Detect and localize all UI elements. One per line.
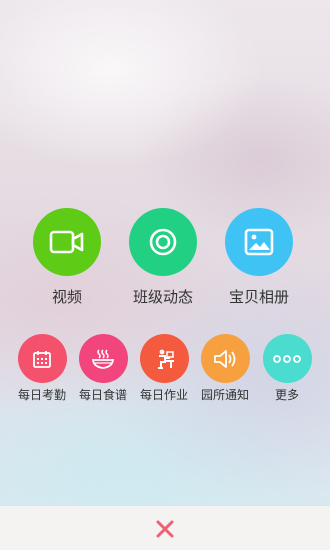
- video-camera-icon: [49, 230, 84, 254]
- class-feed-label: 班级动态: [132, 288, 193, 306]
- daily-attendance-button[interactable]: 每日考勤: [11, 334, 73, 414]
- close-button[interactable]: [150, 514, 180, 544]
- calendar-icon: [33, 350, 51, 368]
- primary-actions: 视频 班级动态 宝贝相册: [0, 208, 330, 308]
- homework-desk-icon: [158, 349, 174, 369]
- video-label: 视频: [51, 288, 82, 306]
- daily-menu-circle: [78, 334, 128, 383]
- daily-attendance-circle: [17, 334, 67, 383]
- video-button[interactable]: 视频: [19, 208, 115, 308]
- close-icon: [156, 520, 174, 537]
- more-button[interactable]: 更多: [256, 334, 318, 414]
- more-label: 更多: [274, 388, 299, 402]
- class-feed-button[interactable]: 班级动态: [115, 208, 211, 308]
- photo-album-label: 宝贝相册: [228, 288, 289, 306]
- bottom-bar: [0, 505, 330, 550]
- photo-album-circle: [225, 208, 293, 276]
- food-bowl-icon: [91, 348, 115, 369]
- school-notice-button[interactable]: 园所通知: [194, 334, 256, 414]
- daily-homework-button[interactable]: 每日作业: [133, 334, 195, 414]
- daily-homework-label: 每日作业: [139, 388, 188, 402]
- daily-homework-circle: [139, 334, 189, 383]
- daily-menu-label: 每日食谱: [78, 388, 127, 402]
- photo-album-icon: [244, 228, 274, 256]
- class-feed-circle: [129, 208, 197, 276]
- more-dots-icon: [273, 354, 301, 363]
- secondary-actions: 每日考勤 每日食谱 每日作业 园所通知 更多: [0, 334, 330, 414]
- video-circle: [33, 208, 101, 276]
- photo-album-button[interactable]: 宝贝相册: [211, 208, 307, 308]
- school-notice-label: 园所通知: [200, 388, 249, 402]
- speaker-icon: [214, 349, 236, 368]
- class-feed-icon: [149, 228, 177, 256]
- school-notice-circle: [200, 334, 250, 383]
- daily-menu-button[interactable]: 每日食谱: [72, 334, 134, 414]
- more-circle: [262, 334, 312, 383]
- daily-attendance-label: 每日考勤: [17, 388, 66, 402]
